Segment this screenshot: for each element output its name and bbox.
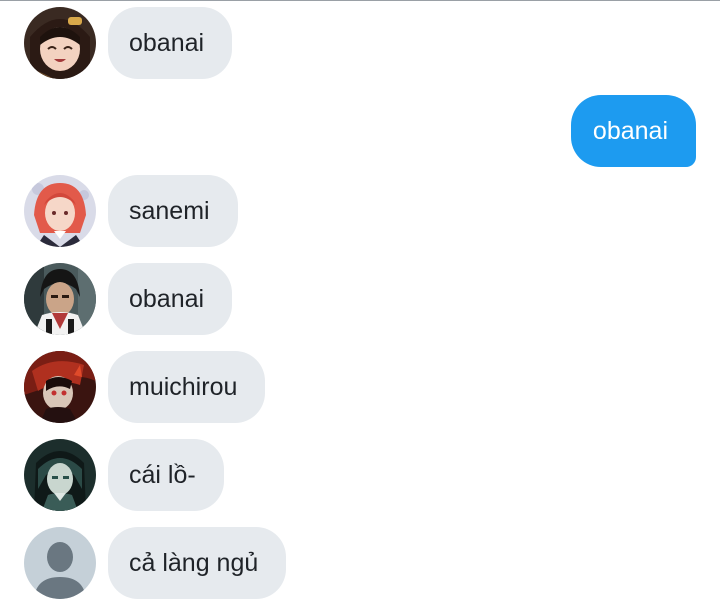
pink-hair-character-avatar-icon[interactable] xyxy=(24,175,96,247)
anime-girl-avatar-icon[interactable] xyxy=(24,7,96,79)
message-bubble[interactable]: sanemi xyxy=(108,175,238,247)
dark-teal-character-avatar-icon[interactable] xyxy=(24,439,96,511)
message-bubble[interactable]: obanai xyxy=(108,7,233,79)
default-user-avatar-icon[interactable] xyxy=(24,527,96,599)
message-row-incoming: sanemi xyxy=(0,175,720,247)
message-bubble-outgoing[interactable]: obanai xyxy=(570,95,696,167)
message-row-incoming: cái lồ- xyxy=(0,439,720,511)
message-row-incoming: obanai xyxy=(0,263,720,335)
dark-hair-character-avatar-icon[interactable] xyxy=(24,263,96,335)
message-bubble[interactable]: muichirou xyxy=(108,351,266,423)
message-bubble[interactable]: obanai xyxy=(108,263,233,335)
red-demon-character-avatar-icon[interactable] xyxy=(24,351,96,423)
chat-screen: obanai obanai sanemi obanai muichirou cá… xyxy=(0,0,720,600)
message-row-incoming: muichirou xyxy=(0,351,720,423)
message-row-incoming: cả làng ngủ xyxy=(0,527,720,599)
message-bubble[interactable]: cả làng ngủ xyxy=(108,527,287,599)
message-row-outgoing: obanai xyxy=(0,95,720,167)
message-row-incoming: obanai xyxy=(0,7,720,79)
message-bubble[interactable]: cái lồ- xyxy=(108,439,224,511)
